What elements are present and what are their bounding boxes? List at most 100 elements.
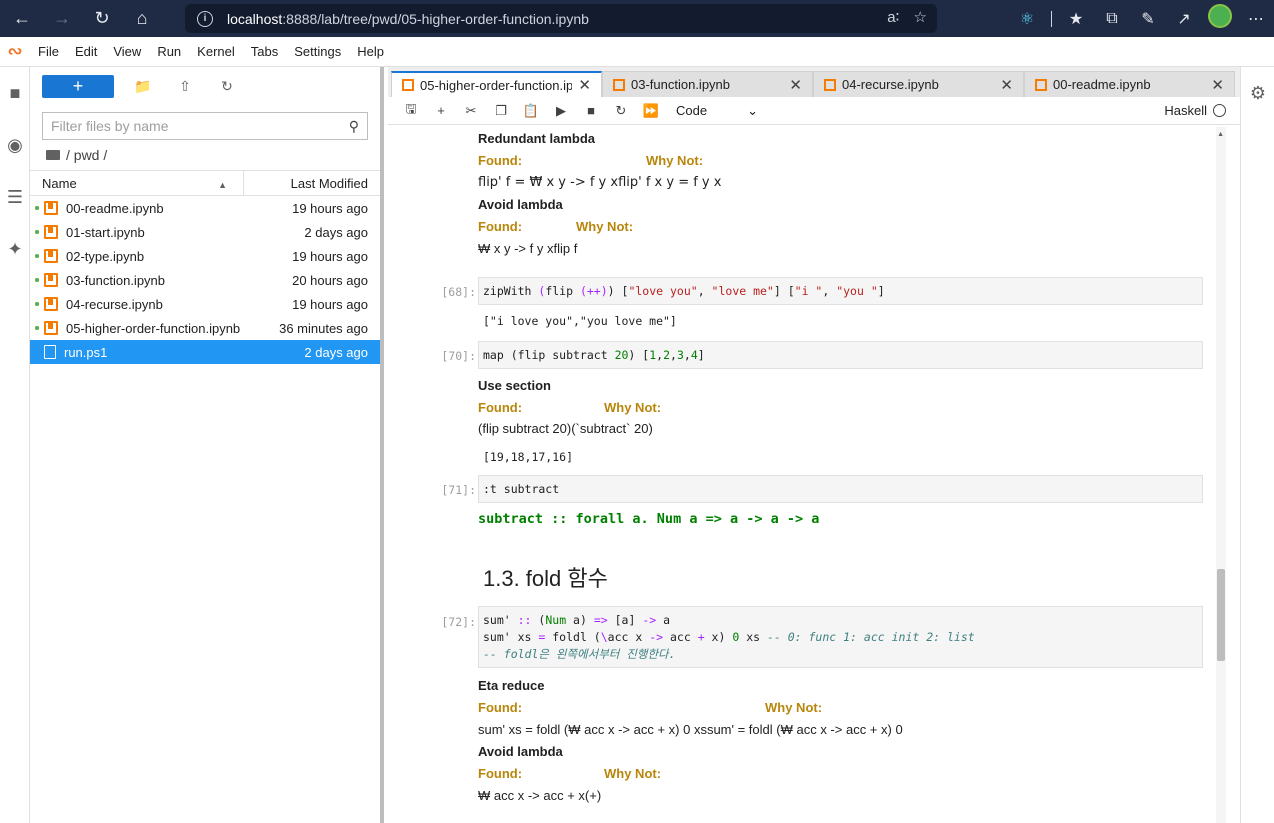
paste-icon[interactable]: 📋 — [516, 103, 546, 119]
profile-avatar[interactable] — [1202, 4, 1238, 33]
menu-tabs[interactable]: Tabs — [243, 44, 286, 59]
site-info-icon[interactable]: i — [197, 10, 213, 27]
breadcrumb: / pwd / — [30, 140, 380, 170]
code-cell-72[interactable]: sum' :: (Num a) => [a] -> a sum' xs = fo… — [478, 606, 1203, 668]
close-icon[interactable]: ✕ — [1211, 76, 1224, 94]
menu-run[interactable]: Run — [149, 44, 189, 59]
file-row[interactable]: 05-higher-order-function.ipynb 36 minute… — [30, 316, 380, 340]
extension-puzzle-icon[interactable]: ✦ — [0, 223, 30, 275]
url-host: localhost — [227, 10, 283, 27]
collections-icon[interactable]: ⧉ — [1094, 10, 1130, 28]
type-signature-output: subtract :: forall a. Num a => a -> a ->… — [478, 511, 820, 527]
file-row[interactable]: 03-function.ipynb 20 hours ago — [30, 268, 380, 292]
breadcrumb-path[interactable]: / pwd / — [66, 147, 107, 163]
favorite-add-icon[interactable]: ☆ — [914, 8, 927, 26]
restart-icon[interactable]: ↻ — [606, 103, 636, 119]
folder-home-icon[interactable] — [46, 150, 60, 160]
notebook-icon — [44, 273, 58, 287]
menu-kernel[interactable]: Kernel — [189, 44, 243, 59]
notebook-icon — [44, 249, 58, 263]
hint-code: (flip subtract 20)(`subtract` 20) — [478, 421, 653, 436]
menu-settings[interactable]: Settings — [286, 44, 349, 59]
notebook-toolbar: 🖫 + ✂ ❐ 📋 ▶ ■ ↻ ⏩ Code ⌄ Haskell — [388, 97, 1240, 125]
more-icon[interactable]: ⋯ — [1238, 9, 1274, 29]
file-row[interactable]: 02-type.ipynb 19 hours ago — [30, 244, 380, 268]
code-cell-71[interactable]: :t subtract — [478, 475, 1203, 503]
notebook-scrollbar[interactable] — [1216, 127, 1226, 823]
tab-05-higher-order-function[interactable]: 05-higher-order-function.ipynb ✕ — [391, 71, 602, 97]
scroll-up-arrow-icon[interactable]: ▲ — [1217, 131, 1224, 138]
file-row[interactable]: 01-start.ipynb 2 days ago — [30, 220, 380, 244]
column-header-name[interactable]: Name ▲ — [30, 171, 244, 195]
cell-prompt: [72]: — [441, 615, 476, 629]
hint-code: ₩ x y -> f y xflip f — [478, 241, 578, 256]
filter-input[interactable]: Filter files by name ⚲ — [42, 112, 368, 140]
hint-code: ₩ acc x -> acc + x(+) — [478, 788, 602, 803]
react-extension-icon[interactable]: ⚛ — [1009, 9, 1045, 29]
stop-icon[interactable]: ■ — [576, 103, 606, 118]
file-browser: + 📁 ⇧ ↻ Filter files by name ⚲ / pwd / N… — [30, 67, 384, 823]
upload-icon[interactable]: ⇧ — [164, 78, 206, 95]
new-launcher-button[interactable]: + — [42, 74, 114, 98]
code-cell-70[interactable]: map (flip subtract 20) [1,2,3,4] — [478, 341, 1203, 369]
kernel-idle-icon — [1213, 104, 1226, 117]
kernel-status[interactable]: Haskell — [1164, 103, 1226, 118]
search-icon: ⚲ — [348, 117, 359, 134]
notebook-icon — [1035, 78, 1047, 91]
code-cell-68[interactable]: zipWith (flip (++)) ["love you", "love m… — [478, 277, 1203, 305]
column-header-modified[interactable]: Last Modified — [244, 176, 380, 191]
main-area: 05-higher-order-function.ipynb ✕ 03-func… — [388, 67, 1240, 823]
close-icon[interactable]: ✕ — [578, 76, 591, 94]
forward-icon[interactable]: → — [44, 0, 80, 37]
add-cell-icon[interactable]: + — [426, 103, 456, 118]
folder-icon[interactable]: ■ — [0, 67, 30, 119]
refresh-icon[interactable]: ↻ — [84, 0, 120, 37]
address-bar[interactable]: i localhost:8888/lab/tree/pwd/05-higher-… — [185, 4, 937, 33]
close-icon[interactable]: ✕ — [789, 76, 802, 94]
gear-icon[interactable]: ⚙ — [1241, 83, 1274, 104]
favorites-icon[interactable]: ★ — [1058, 9, 1094, 29]
running-dot-icon — [35, 230, 39, 234]
kernel-name: Haskell — [1164, 103, 1207, 118]
save-icon[interactable]: 🖫 — [396, 100, 426, 122]
share-icon[interactable]: ↗ — [1166, 9, 1202, 29]
close-icon[interactable]: ✕ — [1000, 76, 1013, 94]
hint-why-not-label: Why Not: — [604, 400, 662, 415]
file-modified: 36 minutes ago — [279, 320, 368, 336]
tab-04-recurse[interactable]: 04-recurse.ipynb ✕ — [813, 71, 1024, 97]
hint-why-not-label: Why Not: — [646, 153, 704, 168]
notebook-icon — [44, 225, 58, 239]
file-modified: 2 days ago — [304, 224, 368, 240]
cell-prompt: [68]: — [441, 285, 476, 299]
menu-help[interactable]: Help — [349, 44, 392, 59]
cell-type-select[interactable]: Code ⌄ — [676, 103, 758, 119]
tab-03-function[interactable]: 03-function.ipynb ✕ — [602, 71, 813, 97]
commands-icon[interactable]: ☰ — [0, 171, 30, 223]
hint-title: Avoid lambda — [478, 744, 563, 759]
home-icon[interactable]: ⌂ — [124, 0, 160, 37]
back-icon[interactable]: ← — [4, 0, 40, 37]
running-icon[interactable]: ◉ — [0, 119, 30, 171]
menu-view[interactable]: View — [105, 44, 149, 59]
menu-file[interactable]: File — [30, 44, 67, 59]
hint-why-not-label: Why Not: — [765, 700, 823, 715]
copy-icon[interactable]: ❐ — [486, 103, 516, 119]
chevron-down-icon: ⌄ — [747, 102, 758, 118]
extensions-icon[interactable]: ✎ — [1130, 9, 1166, 29]
file-row-selected[interactable]: run.ps1 2 days ago — [30, 340, 380, 364]
run-icon[interactable]: ▶ — [546, 103, 576, 119]
fast-forward-icon[interactable]: ⏩ — [636, 103, 666, 119]
file-name: 02-type.ipynb — [66, 248, 145, 264]
cell-prompt: [71]: — [441, 483, 476, 497]
new-folder-icon[interactable]: 📁 — [122, 78, 164, 95]
file-name: 00-readme.ipynb — [66, 200, 164, 216]
file-row[interactable]: 04-recurse.ipynb 19 hours ago — [30, 292, 380, 316]
cut-icon[interactable]: ✂ — [456, 103, 486, 119]
scrollbar-thumb[interactable] — [1217, 569, 1225, 661]
file-row[interactable]: 00-readme.ipynb 19 hours ago — [30, 196, 380, 220]
refresh-files-icon[interactable]: ↻ — [206, 78, 248, 95]
hint-found-label: Found: — [478, 153, 523, 168]
read-aloud-icon[interactable]: a∶ — [887, 8, 899, 26]
menu-edit[interactable]: Edit — [67, 44, 105, 59]
tab-00-readme[interactable]: 00-readme.ipynb ✕ — [1024, 71, 1235, 97]
